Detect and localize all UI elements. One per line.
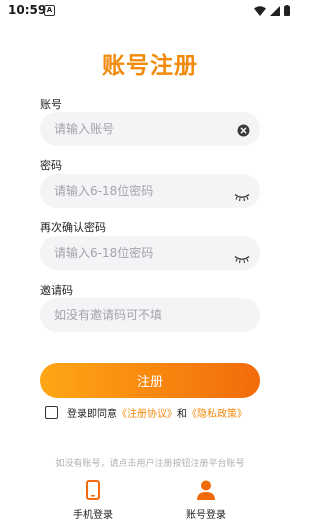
status-bar: 10:59 A	[0, 0, 300, 24]
eye-closed-icon[interactable]	[234, 187, 250, 206]
hint-text: 如没有账号，请点击用户注册按钮注册平台账号	[55, 459, 245, 469]
clear-icon[interactable]	[237, 122, 250, 141]
password-input[interactable]	[54, 174, 224, 208]
terms-link[interactable]: 《注册协议》	[117, 409, 177, 420]
account-login-button[interactable]: 账号登录	[171, 480, 241, 521]
bottom-nav: 手机登录 账号登录	[0, 480, 300, 524]
confirm-password-field	[40, 236, 260, 270]
signal-icon	[270, 5, 280, 16]
password-field	[40, 174, 260, 208]
status-time: 10:59	[8, 3, 47, 17]
agreement-prefix: 登录即同意	[67, 408, 117, 420]
phone-login-label: 手机登录	[73, 510, 113, 521]
agreement-checkbox[interactable]	[45, 405, 58, 419]
invite-code-input[interactable]	[54, 298, 224, 332]
phone-login-button[interactable]: 手机登录	[58, 480, 128, 521]
notification-a-icon: A	[44, 5, 55, 16]
privacy-link[interactable]: 《隐私政策》	[187, 409, 247, 420]
register-button[interactable]: 注册	[40, 363, 260, 398]
agreement-text: 登录即同意《注册协议》和《隐私政策》	[67, 405, 247, 420]
eye-closed-icon[interactable]	[234, 249, 250, 268]
account-label: 账号	[40, 98, 62, 111]
account-field	[40, 112, 260, 146]
status-icons	[254, 5, 290, 16]
account-login-label: 账号登录	[186, 510, 226, 521]
agreement-connector: 和	[177, 408, 187, 420]
agreement-row: 登录即同意《注册协议》和《隐私政策》	[45, 404, 247, 420]
page-title: 账号注册	[102, 53, 198, 79]
confirm-password-label: 再次确认密码	[40, 221, 106, 234]
invite-code-field	[40, 298, 260, 332]
password-label: 密码	[40, 159, 62, 172]
battery-icon	[284, 5, 290, 16]
confirm-password-input[interactable]	[54, 236, 224, 270]
wifi-icon	[254, 5, 266, 16]
phone-icon	[86, 480, 100, 500]
account-input[interactable]	[54, 112, 224, 146]
invite-code-label: 邀请码	[40, 284, 73, 297]
person-icon	[197, 480, 215, 500]
